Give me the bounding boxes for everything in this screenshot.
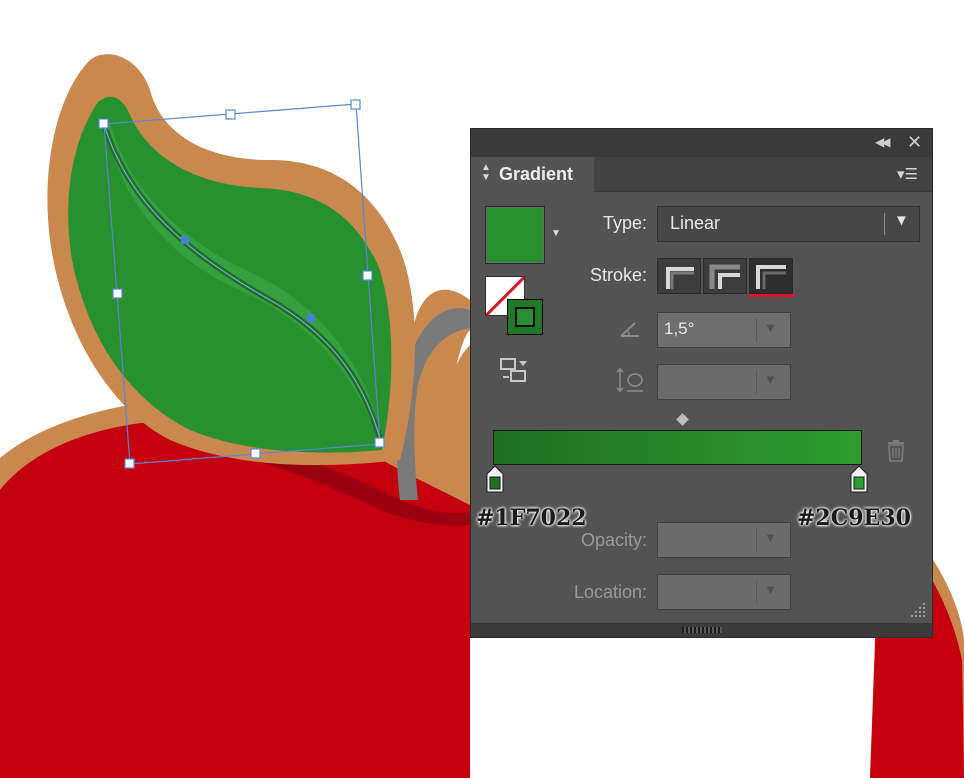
gradient-fill-swatch[interactable]	[485, 206, 545, 264]
chevron-down-icon[interactable]: ▼	[764, 372, 777, 387]
stroke-label: Stroke:	[589, 265, 647, 285]
aspect-ratio-icon	[616, 367, 643, 393]
angle-value: 1,5°	[664, 319, 695, 338]
stroke-selected-indicator	[749, 294, 795, 297]
handle-top-left[interactable]	[98, 118, 109, 129]
handle-top-middle[interactable]	[225, 109, 236, 120]
gradient-panel: ◀◀ ✕ ▲ ▼ Gradient ▾☰ ▼ Type: Linear ▼ St…	[470, 128, 933, 638]
type-value: Linear	[670, 213, 721, 233]
handle-bottom-middle[interactable]	[250, 448, 261, 459]
hex-label-right: #2C9E30	[797, 505, 911, 531]
double-chevron-left-icon[interactable]: ◀◀	[875, 135, 891, 149]
stroke-across-button[interactable]	[749, 258, 793, 294]
panel-tab-row: ▲ ▼ Gradient ▾☰	[471, 157, 932, 192]
chevron-down-icon[interactable]: ▼	[894, 212, 909, 229]
location-select[interactable]: ▼	[657, 574, 791, 610]
stroke-within-button[interactable]	[657, 258, 701, 294]
select-divider	[756, 528, 757, 552]
angle-icon	[620, 322, 639, 337]
chevron-down-icon[interactable]: ▼	[764, 320, 777, 335]
anchor-point[interactable]	[307, 314, 315, 322]
gradient-midpoint-marker[interactable]	[676, 413, 689, 426]
opacity-select[interactable]: ▼	[657, 522, 791, 558]
location-label: Location:	[573, 582, 647, 602]
close-icon[interactable]: ✕	[907, 132, 922, 152]
gradient-slider[interactable]	[493, 430, 862, 465]
stroke-along-button[interactable]	[703, 258, 747, 294]
expand-collapse-icon[interactable]: ▲ ▼	[481, 163, 491, 183]
panel-drag-grip[interactable]	[682, 627, 722, 633]
chevron-down-icon[interactable]: ▼	[764, 530, 777, 545]
tab-gradient[interactable]: ▲ ▼ Gradient	[471, 157, 594, 192]
select-divider	[756, 318, 757, 342]
resize-grip-icon[interactable]	[909, 601, 927, 619]
handle-middle-right[interactable]	[362, 270, 373, 281]
handle-middle-left[interactable]	[112, 288, 123, 299]
stage: ◀◀ ✕ ▲ ▼ Gradient ▾☰ ▼ Type: Linear ▼ St…	[0, 0, 964, 778]
select-divider	[884, 213, 885, 235]
panel-menu-icon[interactable]: ▾☰	[897, 165, 918, 183]
panel-title: Gradient	[499, 164, 574, 184]
opacity-label: Opacity:	[580, 530, 647, 550]
stroke-swatch-icon[interactable]	[507, 299, 543, 335]
type-label: Type:	[602, 213, 647, 233]
handle-top-right[interactable]	[350, 99, 361, 110]
type-select[interactable]: Linear ▼	[657, 206, 920, 242]
reverse-gradient-icon[interactable]	[499, 357, 531, 385]
angle-select[interactable]: 1,5° ▼	[657, 312, 791, 348]
select-divider	[756, 370, 757, 394]
handle-bottom-left[interactable]	[124, 458, 135, 469]
panel-titlebar[interactable]: ◀◀ ✕	[471, 129, 932, 157]
aspect-ratio-select[interactable]: ▼	[657, 364, 791, 400]
chevron-down-icon[interactable]: ▼	[551, 228, 561, 239]
gradient-stop-right[interactable]	[850, 465, 868, 493]
hex-label-left: #1F7022	[476, 505, 587, 531]
select-divider	[756, 580, 757, 604]
handle-bottom-right[interactable]	[374, 437, 385, 448]
gradient-stop-left[interactable]	[486, 465, 504, 493]
anchor-point[interactable]	[181, 236, 189, 244]
trash-icon[interactable]	[885, 439, 907, 463]
stroke-gradient-buttons	[657, 258, 797, 297]
chevron-down-icon[interactable]: ▼	[764, 582, 777, 597]
